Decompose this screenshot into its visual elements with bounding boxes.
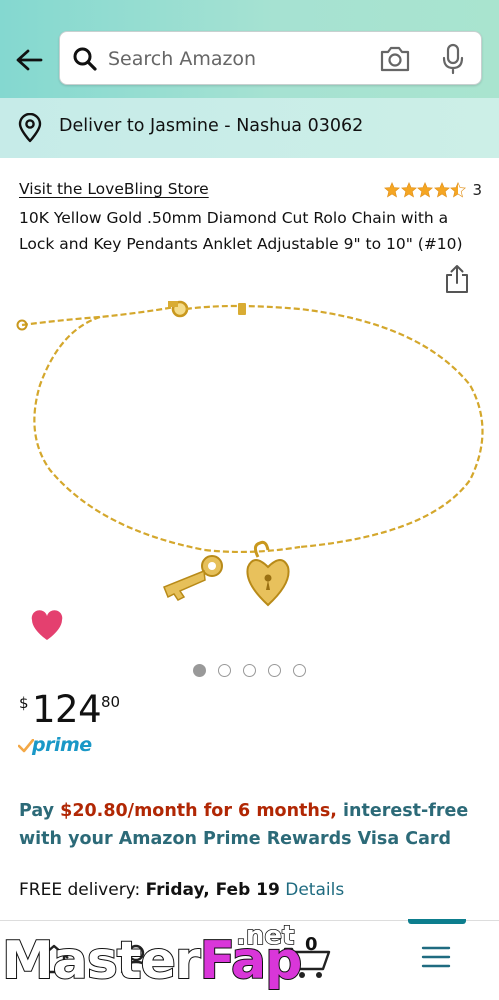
search-icon [73,47,97,71]
active-tab-indicator [408,919,466,924]
star-icon [400,182,417,198]
search-bar[interactable] [59,31,482,86]
account-icon[interactable] [116,939,156,979]
rating-count: 3 [472,181,483,199]
store-link[interactable]: Visit the LoveBling Store [19,180,209,198]
bottom-nav: 0 [0,919,499,1000]
product-image[interactable] [0,295,499,625]
image-carousel-dots [193,664,306,677]
carousel-dot[interactable] [218,664,231,677]
search-input[interactable] [108,32,368,86]
back-arrow-icon [16,49,43,71]
delivery-prefix: FREE delivery: [19,880,146,900]
carousel-dot[interactable] [268,664,281,677]
rating[interactable]: 3 [384,180,482,200]
delivery-info: FREE delivery: Friday, Feb 19 Details [19,880,344,900]
back-button[interactable] [10,42,48,78]
price-whole: 124 [32,688,102,731]
deliver-to-text: Deliver to Jasmine - Nashua 03062 [59,116,364,136]
camera-icon[interactable] [378,44,412,74]
prime-label: prime [32,734,92,756]
cart-count: 0 [305,934,318,955]
microphone-icon[interactable] [440,43,466,75]
header [0,0,499,98]
star-icon [384,182,400,198]
product-title: 10K Yellow Gold .50mm Diamond Cut Rolo C… [19,209,463,253]
promo-prefix: Pay [19,801,61,821]
rating-stars [384,182,467,198]
share-icon[interactable] [444,263,470,295]
star-icon [417,182,433,198]
home-icon[interactable] [34,939,74,979]
wishlist-heart-icon[interactable] [29,609,65,643]
half-star-icon [450,182,466,198]
price-currency: $ [19,694,29,712]
price-fraction: 80 [101,693,121,711]
menu-icon[interactable] [420,943,452,971]
delivery-date: Friday, Feb 19 [145,880,280,900]
location-pin-icon [18,113,42,143]
delivery-details-link[interactable]: Details [285,880,344,900]
carousel-dot[interactable] [243,664,256,677]
promo-amount: $20.80/month for 6 months, [60,801,337,821]
promo-text[interactable]: Pay $20.80/month for 6 months, interest-… [19,797,489,853]
star-icon [433,182,450,198]
carousel-dot[interactable] [293,664,306,677]
deliver-to-bar[interactable]: Deliver to Jasmine - Nashua 03062 [0,98,499,158]
carousel-dot[interactable] [193,664,206,677]
